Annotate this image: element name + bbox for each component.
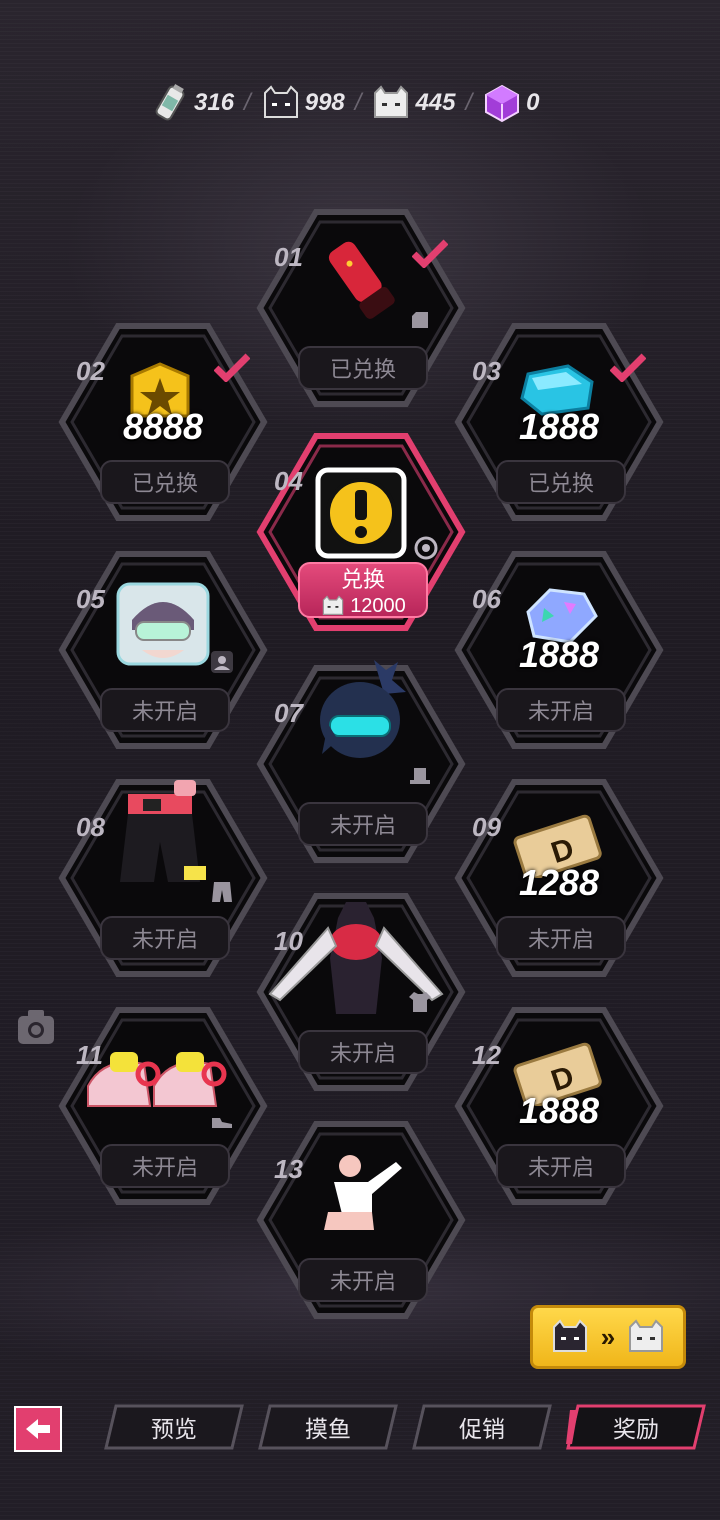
reward-amount: 1888 bbox=[518, 406, 600, 447]
status-label: 未开启 bbox=[298, 1030, 428, 1074]
sneakers-icon bbox=[87, 1052, 227, 1107]
status-label: 未开启 bbox=[496, 1144, 626, 1188]
currency-bottle: 316 bbox=[150, 83, 234, 123]
check-mark-icon bbox=[214, 353, 250, 382]
reward-cell-02[interactable]: 02 8888 已兑换 bbox=[58, 322, 268, 522]
reward-amount: 1888 bbox=[518, 634, 600, 675]
status-label: 已兑换 bbox=[496, 460, 626, 504]
status-label: 未开启 bbox=[496, 688, 626, 732]
double-chevron-right-icon: » bbox=[600, 1321, 616, 1352]
pose-emote-icon bbox=[324, 1155, 402, 1230]
status-label: 未开启 bbox=[298, 1258, 428, 1302]
status-label: 已兑换 bbox=[100, 460, 230, 504]
redeem-cost: 12000 bbox=[320, 594, 406, 618]
reward-cell-01[interactable]: 01 已兑换 bbox=[256, 208, 466, 408]
hair-visor-icon bbox=[320, 660, 406, 758]
reward-index: 03 bbox=[472, 356, 501, 386]
white-cat-token-icon bbox=[374, 85, 409, 118]
reward-index: 02 bbox=[76, 356, 105, 386]
currency-cube: 0 bbox=[482, 83, 540, 123]
shorts-outfit-icon bbox=[120, 780, 206, 882]
status-label: 未开启 bbox=[298, 802, 428, 846]
separator: / bbox=[244, 89, 251, 116]
target-type-icon bbox=[414, 536, 438, 560]
exclamation-mark-icon bbox=[315, 467, 407, 559]
tab-slack[interactable]: 摸鱼 bbox=[258, 1404, 398, 1450]
tab-label: 促销 bbox=[459, 1416, 505, 1442]
pants-type-icon bbox=[212, 882, 232, 902]
redeem-label: 兑换 bbox=[340, 567, 385, 592]
reward-cell-06[interactable]: 06 1888 未开启 bbox=[454, 550, 664, 750]
white-cat-token-icon bbox=[629, 1319, 664, 1352]
cost-value: 12000 bbox=[350, 594, 406, 617]
glove-type-icon bbox=[412, 312, 428, 328]
tab-label: 预览 bbox=[151, 1416, 197, 1442]
reward-index: 07 bbox=[274, 698, 303, 728]
shirt-type-icon bbox=[409, 992, 431, 1012]
tab-label: 摸鱼 bbox=[305, 1416, 351, 1442]
status-label: 已兑换 bbox=[298, 346, 428, 390]
reward-index: 08 bbox=[76, 812, 105, 842]
tab-promotion[interactable]: 促销 bbox=[412, 1404, 552, 1450]
bottle-ticket-icon bbox=[155, 84, 185, 121]
reward-cell-05[interactable]: 05 未开启 bbox=[58, 550, 268, 750]
dark-cat-count: 998 bbox=[304, 89, 345, 116]
reward-index: 06 bbox=[472, 584, 501, 614]
reward-amount: 1888 bbox=[518, 1090, 600, 1131]
reward-cell-13[interactable]: 13 未开启 bbox=[256, 1120, 466, 1320]
check-mark-icon bbox=[412, 239, 448, 268]
reward-index: 04 bbox=[274, 466, 303, 496]
back-button[interactable] bbox=[14, 1406, 62, 1452]
separator: / bbox=[354, 89, 362, 116]
reward-cell-10[interactable]: 10 未开启 bbox=[256, 892, 466, 1092]
tab-label: 奖励 bbox=[613, 1416, 659, 1442]
separator: / bbox=[465, 89, 473, 116]
hat-type-icon bbox=[410, 768, 430, 784]
avatar-portrait-icon bbox=[116, 582, 210, 666]
status-label: 未开启 bbox=[100, 1144, 230, 1188]
dark-cat-token-icon bbox=[552, 1319, 587, 1352]
camera-icon[interactable] bbox=[16, 1008, 56, 1046]
reward-index: 05 bbox=[76, 584, 105, 614]
status-label: 未开启 bbox=[100, 688, 230, 732]
reward-cell-04[interactable]: 04 兑换 12000 bbox=[256, 432, 466, 632]
dark-cat-token-icon bbox=[263, 85, 298, 118]
reward-amount: 1288 bbox=[518, 862, 600, 903]
avatar-type-icon bbox=[211, 651, 233, 673]
purple-cube-icon bbox=[485, 84, 520, 123]
status-label: 未开启 bbox=[100, 916, 230, 960]
reward-cell-12[interactable]: 12 D 1888 未开启 bbox=[454, 1006, 664, 1206]
reward-index: 13 bbox=[274, 1154, 303, 1184]
red-gauntlet-icon bbox=[328, 241, 395, 319]
reward-cell-07[interactable]: 07 未开启 bbox=[256, 660, 466, 864]
redeem-button[interactable]: 兑换 12000 bbox=[298, 562, 428, 618]
reward-cell-09[interactable]: 09 D 1288 未开启 bbox=[454, 778, 664, 978]
status-label: 未开启 bbox=[496, 916, 626, 960]
currency-bar: 316 / 998 / 445 / 0 bbox=[150, 78, 590, 128]
bottle-count: 316 bbox=[194, 89, 235, 116]
bottom-nav: 预览 摸鱼 促销 奖励 bbox=[0, 1400, 720, 1456]
check-mark-icon bbox=[610, 353, 646, 382]
tab-preview[interactable]: 预览 bbox=[104, 1404, 244, 1450]
reward-index: 12 bbox=[472, 1040, 501, 1070]
white-cat-count: 445 bbox=[415, 89, 456, 116]
tab-rewards[interactable]: 奖励 bbox=[566, 1404, 706, 1450]
reward-cell-08[interactable]: 08 未开启 bbox=[58, 778, 268, 978]
currency-white-cat: 445 bbox=[371, 83, 455, 123]
currency-dark-cat: 998 bbox=[261, 83, 345, 123]
arrow-left-icon bbox=[26, 1419, 50, 1439]
reward-cell-03[interactable]: 03 1888 已兑换 bbox=[454, 322, 664, 522]
reward-cell-11[interactable]: 11 未开启 bbox=[58, 1006, 268, 1206]
shoe-type-icon bbox=[212, 1118, 232, 1128]
reward-index: 09 bbox=[472, 812, 501, 842]
reward-amount: 8888 bbox=[122, 406, 204, 447]
currency-swap-button[interactable]: » bbox=[530, 1305, 686, 1369]
reward-index: 01 bbox=[274, 242, 303, 272]
cube-count: 0 bbox=[526, 89, 540, 116]
white-cat-token-icon bbox=[322, 595, 344, 615]
